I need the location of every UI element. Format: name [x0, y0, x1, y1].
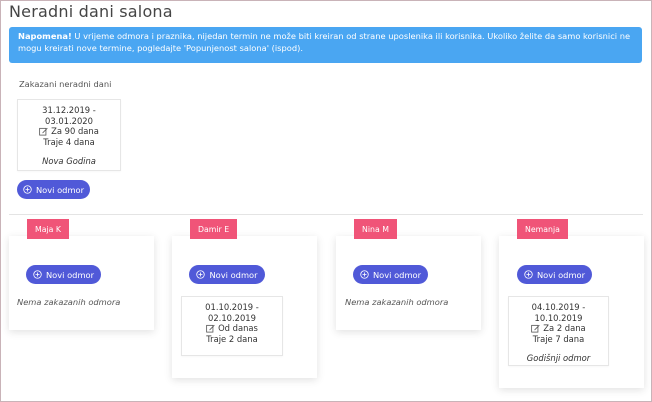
vacation-duration: Traje 7 dana — [532, 333, 585, 344]
no-vacations-text-nina: Nema zakazanih odmora — [345, 297, 449, 307]
employee-badge-damir: Damir E — [190, 219, 238, 239]
employee-badge-nina: Nina M — [354, 219, 397, 239]
section-divider — [9, 214, 643, 215]
add-salon-holiday-label: Novi odmor — [35, 184, 85, 195]
add-vacation-label: Novi odmor — [45, 269, 95, 280]
vacation-date-range: 04.10.2019 - 10.10.2019 — [531, 302, 586, 323]
vacation-card-damir: 01.10.2019 - 02.10.2019 Od danas Traje 2… — [181, 296, 283, 356]
notice-text: U vrijeme odmora i praznika, nijedan ter… — [18, 31, 631, 53]
vacation-name: Godišnji odmor — [526, 353, 591, 363]
notice-label: Napomena! — [18, 31, 72, 41]
notice-alert: Napomena! U vrijeme odmora i praznika, n… — [9, 27, 642, 63]
page-title: Neradni dani salona — [9, 2, 173, 21]
employee-badge-nemanja: Nemanja — [517, 219, 568, 239]
add-salon-holiday-button[interactable]: Novi odmor — [17, 180, 90, 199]
add-vacation-label: Novi odmor — [536, 269, 586, 280]
holiday-card: 31.12.2019 - 03.01.2020 Za 90 dana Traje… — [17, 99, 121, 171]
vacation-countdown: Za 2 dana — [543, 323, 586, 333]
holiday-duration: Traje 4 dana — [43, 136, 95, 147]
vacation-duration: Traje 2 dana — [206, 333, 258, 344]
vacation-countdown-row: Od danas — [182, 323, 282, 334]
plus-circle-icon — [524, 270, 533, 279]
salon-holidays-label: Zakazani neradni dani — [19, 79, 112, 89]
holiday-date-range: 31.12.2019 - 03.01.2020 — [42, 105, 96, 126]
no-vacations-text-maja: Nema zakazanih odmora — [17, 297, 121, 307]
vacation-countdown-row: Za 2 dana — [509, 323, 608, 334]
holiday-countdown: Za 90 dana — [51, 126, 99, 136]
add-vacation-label: Novi odmor — [209, 269, 258, 280]
edit-icon[interactable] — [531, 324, 540, 333]
add-vacation-button-maja[interactable]: Novi odmor — [26, 265, 101, 284]
vacation-countdown: Od danas — [218, 323, 258, 333]
add-vacation-button-nina[interactable]: Novi odmor — [353, 265, 428, 284]
edit-icon[interactable] — [39, 127, 48, 136]
plus-circle-icon — [33, 270, 42, 279]
edit-icon[interactable] — [206, 324, 215, 333]
holiday-countdown-row: Za 90 dana — [18, 126, 120, 137]
add-vacation-label: Novi odmor — [372, 269, 422, 280]
plus-circle-icon — [196, 270, 206, 279]
add-vacation-button-damir[interactable]: Novi odmor — [189, 265, 265, 284]
holiday-name: Nova Godina — [42, 156, 96, 166]
plus-circle-icon — [360, 270, 369, 279]
employee-badge-maja: Maja K — [27, 219, 70, 239]
add-vacation-button-nemanja[interactable]: Novi odmor — [517, 265, 592, 284]
vacation-date-range: 01.10.2019 - 02.10.2019 — [205, 302, 259, 323]
vacation-card-nemanja: 04.10.2019 - 10.10.2019 Za 2 dana Traje … — [508, 296, 609, 366]
plus-circle-icon — [23, 185, 32, 194]
